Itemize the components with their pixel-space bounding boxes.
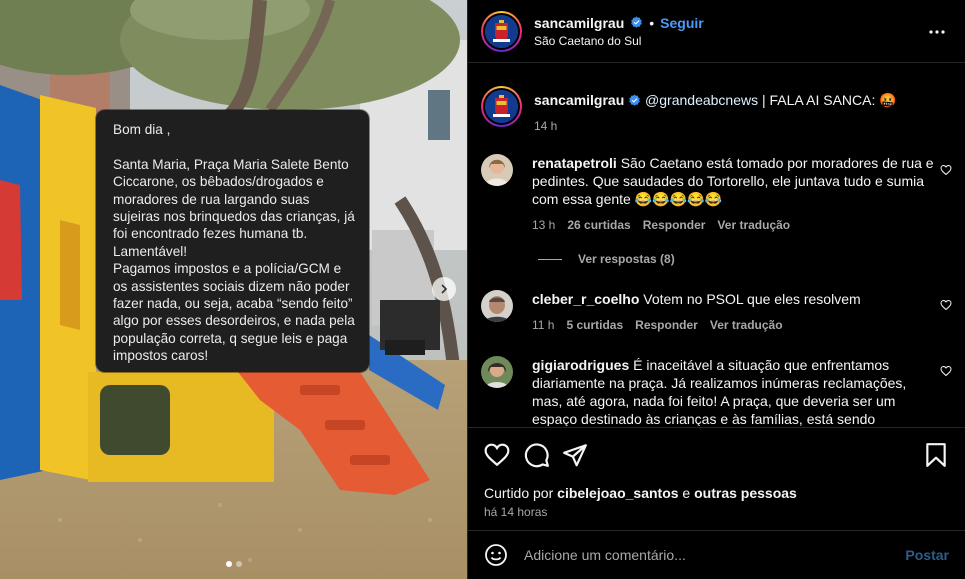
bookmark-icon[interactable] — [923, 442, 949, 468]
caption-mention-link[interactable]: @grandeabcnews — [645, 92, 758, 108]
comment-input[interactable] — [524, 547, 906, 563]
header-separator: • — [649, 14, 655, 31]
post-comment-button[interactable]: Postar — [905, 547, 949, 563]
post-side-panel: sancamilgrau • Seguir São Caetano do Sul — [467, 0, 965, 579]
comment-username[interactable]: cleber_r_coelho — [532, 291, 639, 307]
comment-username[interactable]: gigiarodrigues — [532, 357, 629, 373]
view-replies-button[interactable]: Ver respostas (8) — [538, 252, 675, 266]
carousel-dot — [235, 561, 242, 567]
crest-logo — [485, 14, 518, 48]
liked-by-user-link[interactable]: cibelejoao_santos — [557, 485, 678, 501]
send-icon[interactable] — [562, 442, 588, 468]
commenter-avatar[interactable] — [481, 356, 513, 388]
comment-time[interactable]: 13 h — [532, 216, 555, 234]
comment-item: cleber_r_coelho Votem no PSOL que eles r… — [481, 290, 965, 334]
translate-button[interactable]: Ver tradução — [710, 316, 783, 334]
chevron-right-icon — [441, 284, 448, 294]
replies-divider — [538, 258, 562, 260]
view-replies-label: Ver respostas (8) — [578, 252, 675, 266]
carousel-indicator — [0, 561, 467, 567]
commenter-avatar[interactable] — [481, 154, 513, 186]
post-timestamp[interactable]: há 14 horas — [484, 505, 547, 519]
liked-by-prefix: Curtido por — [484, 485, 558, 501]
post-dialog: Bom dia , Santa Maria, Praça Maria Salet… — [0, 0, 965, 579]
caption-avatar[interactable] — [481, 86, 522, 127]
liked-by-summary: Curtido por cibelejoao_santos e outras p… — [484, 485, 797, 501]
follow-button[interactable]: Seguir — [660, 15, 704, 31]
reply-button[interactable]: Responder — [635, 316, 698, 334]
avatar[interactable] — [481, 10, 522, 52]
liked-by-others-link[interactable]: outras pessoas — [694, 485, 797, 501]
more-icon — [929, 30, 945, 34]
comment-like-heart-icon[interactable] — [940, 164, 952, 176]
caption-time[interactable]: 14 h — [534, 117, 557, 135]
comment-like-heart-icon[interactable] — [940, 365, 952, 377]
post-caption: sancamilgrau @grandeabcnews | FALA AI SA… — [481, 86, 965, 135]
reply-button[interactable]: Responder — [643, 216, 706, 234]
verified-badge-icon — [629, 94, 640, 106]
verified-badge-icon — [631, 16, 643, 28]
translate-button[interactable]: Ver tradução — [717, 216, 790, 234]
comment-icon[interactable] — [524, 442, 550, 468]
liked-by-middle: e — [678, 485, 695, 501]
message-screenshot: Bom dia , Santa Maria, Praça Maria Salet… — [96, 110, 369, 372]
comment-likes[interactable]: 5 curtidas — [566, 316, 623, 334]
comment-time[interactable]: 11 h — [532, 316, 554, 334]
comment-item: renatapetroli São Caetano está tomado po… — [481, 154, 965, 234]
caption-text: | FALA AI SANCA: 🤬 — [758, 92, 897, 108]
emoji-icon[interactable] — [484, 543, 508, 567]
post-location[interactable]: São Caetano do Sul — [534, 34, 704, 48]
comment-item: gigiarodrigues É inaceitável a situação … — [481, 356, 965, 426]
comments-list[interactable]: sancamilgrau @grandeabcnews | FALA AI SA… — [468, 64, 965, 426]
more-options-button[interactable] — [927, 22, 947, 42]
comment-composer: Postar — [468, 530, 965, 579]
comment-username[interactable]: renatapetroli — [532, 155, 617, 171]
post-author-username[interactable]: sancamilgrau — [534, 15, 624, 31]
comment-like-heart-icon[interactable] — [940, 299, 952, 311]
post-header: sancamilgrau • Seguir São Caetano do Sul — [468, 0, 965, 63]
commenter-avatar[interactable] — [481, 290, 513, 322]
comment-text: Votem no PSOL que eles resolvem — [639, 291, 861, 307]
caption-username[interactable]: sancamilgrau — [534, 92, 624, 108]
heart-icon[interactable] — [484, 442, 510, 468]
post-actions: Curtido por cibelejoao_santos e outras p… — [468, 427, 965, 530]
carousel-next-button[interactable] — [432, 277, 456, 301]
carousel-dot-active — [225, 561, 232, 567]
post-media[interactable]: Bom dia , Santa Maria, Praça Maria Salet… — [0, 0, 467, 579]
comment-likes[interactable]: 26 curtidas — [567, 216, 630, 234]
